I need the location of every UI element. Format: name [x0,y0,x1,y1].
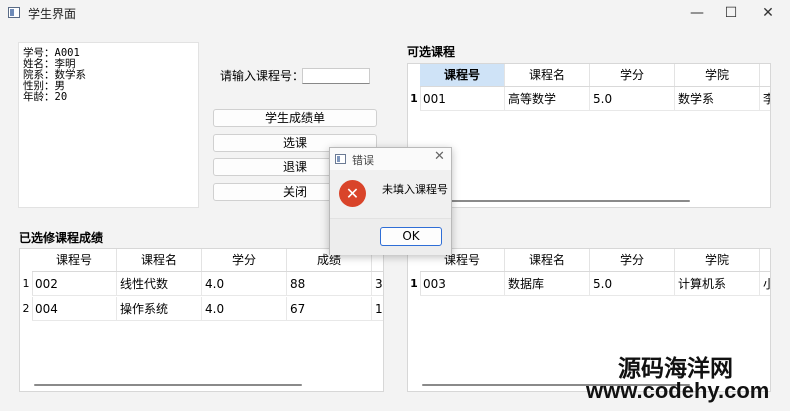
table-cell[interactable]: 1.0 [372,297,383,321]
table-row[interactable]: 001 高等数学 5.0 数学系 李 [420,87,770,111]
table-cell[interactable]: 003 [420,272,505,296]
table-cell[interactable]: 操作系统 [117,297,202,321]
dialog-close-icon[interactable]: ✕ [434,149,445,164]
course-number-label: 请输入课程号： [220,69,305,83]
selected-courses-table[interactable]: 课程号 课程名 学分 成绩 1 002 线性代数 4.0 88 3.7 2 00… [19,248,384,392]
dialog-footer: OK [330,218,451,255]
close-window-button[interactable]: ✕ [751,0,785,26]
table-cell[interactable]: 计算机系 [675,272,760,296]
col-extra[interactable] [760,64,770,86]
table-cell[interactable]: 4.0 [202,297,287,321]
student-info-panel: 学号：A001 姓名：李明 院系：数学系 性别：男 年龄：20 [18,42,199,208]
title-bar: 学生界面 — ☐ ✕ [0,0,790,26]
dialog-app-icon [335,154,346,164]
available-courses-title: 可选课程 [407,45,456,59]
app-icon [8,7,20,18]
table-cell[interactable]: 线性代数 [117,272,202,296]
grades-button[interactable]: 学生成绩单 [213,109,377,127]
table-cell[interactable]: 67 [287,297,372,321]
maximize-button[interactable]: ☐ [714,0,748,26]
window-title: 学生界面 [28,7,77,21]
table-cell[interactable]: 002 [32,272,117,296]
table-cell[interactable]: 数学系 [675,87,760,111]
dialog-title-bar: 错误 ✕ [330,148,451,170]
table-cell[interactable]: 李 [760,87,770,111]
course-number-input[interactable] [302,68,370,84]
table-cell[interactable]: 88 [287,272,372,296]
col-course-id[interactable]: 课程号 [420,64,505,86]
horizontal-scrollbar[interactable] [34,384,302,386]
col-college[interactable]: 学院 [675,64,760,86]
student-age-line: 年龄：20 [23,91,68,103]
table-header: 课程号 课程名 学分 学院 [420,249,770,272]
dialog-title: 错误 [352,154,374,167]
table-cell[interactable]: 4.0 [202,272,287,296]
table-cell[interactable]: 小 [760,272,770,296]
ok-button[interactable]: OK [380,227,442,246]
col-course-id[interactable]: 课程号 [32,249,117,271]
table-cell[interactable]: 高等数学 [505,87,590,111]
col-course-name[interactable]: 课程名 [117,249,202,271]
table-cell[interactable]: 3.7 [372,272,383,296]
error-icon: ✕ [339,180,366,207]
table-row[interactable]: 003 数据库 5.0 计算机系 小 [420,272,770,296]
dialog-message: 未填入课程号 [382,183,448,196]
horizontal-scrollbar[interactable] [422,200,690,202]
minimize-button[interactable]: — [680,0,714,26]
col-course-name[interactable]: 课程名 [505,249,590,271]
table-cell[interactable]: 001 [420,87,505,111]
col-credit[interactable]: 学分 [590,249,675,271]
error-dialog: 错误 ✕ ✕ 未填入课程号 OK [329,147,452,255]
col-college[interactable]: 学院 [675,249,760,271]
col-extra[interactable] [760,249,770,271]
table-cell[interactable]: 004 [32,297,117,321]
table-cell[interactable]: 5.0 [590,272,675,296]
table-header: 课程号 课程名 学分 学院 [420,64,770,87]
col-course-name[interactable]: 课程名 [505,64,590,86]
table-row[interactable]: 002 线性代数 4.0 88 3.7 [32,272,383,296]
available-courses-table[interactable]: 课程号 课程名 学分 学院 1 001 高等数学 5.0 数学系 李 [407,63,771,208]
table-row[interactable]: 004 操作系统 4.0 67 1.0 [32,297,383,321]
selected-courses-title: 已选修课程成绩 [19,231,104,245]
table-cell[interactable]: 5.0 [590,87,675,111]
watermark-url: www.codehy.com [586,378,770,403]
table-cell[interactable]: 数据库 [505,272,590,296]
col-credit[interactable]: 学分 [590,64,675,86]
col-credit[interactable]: 学分 [202,249,287,271]
